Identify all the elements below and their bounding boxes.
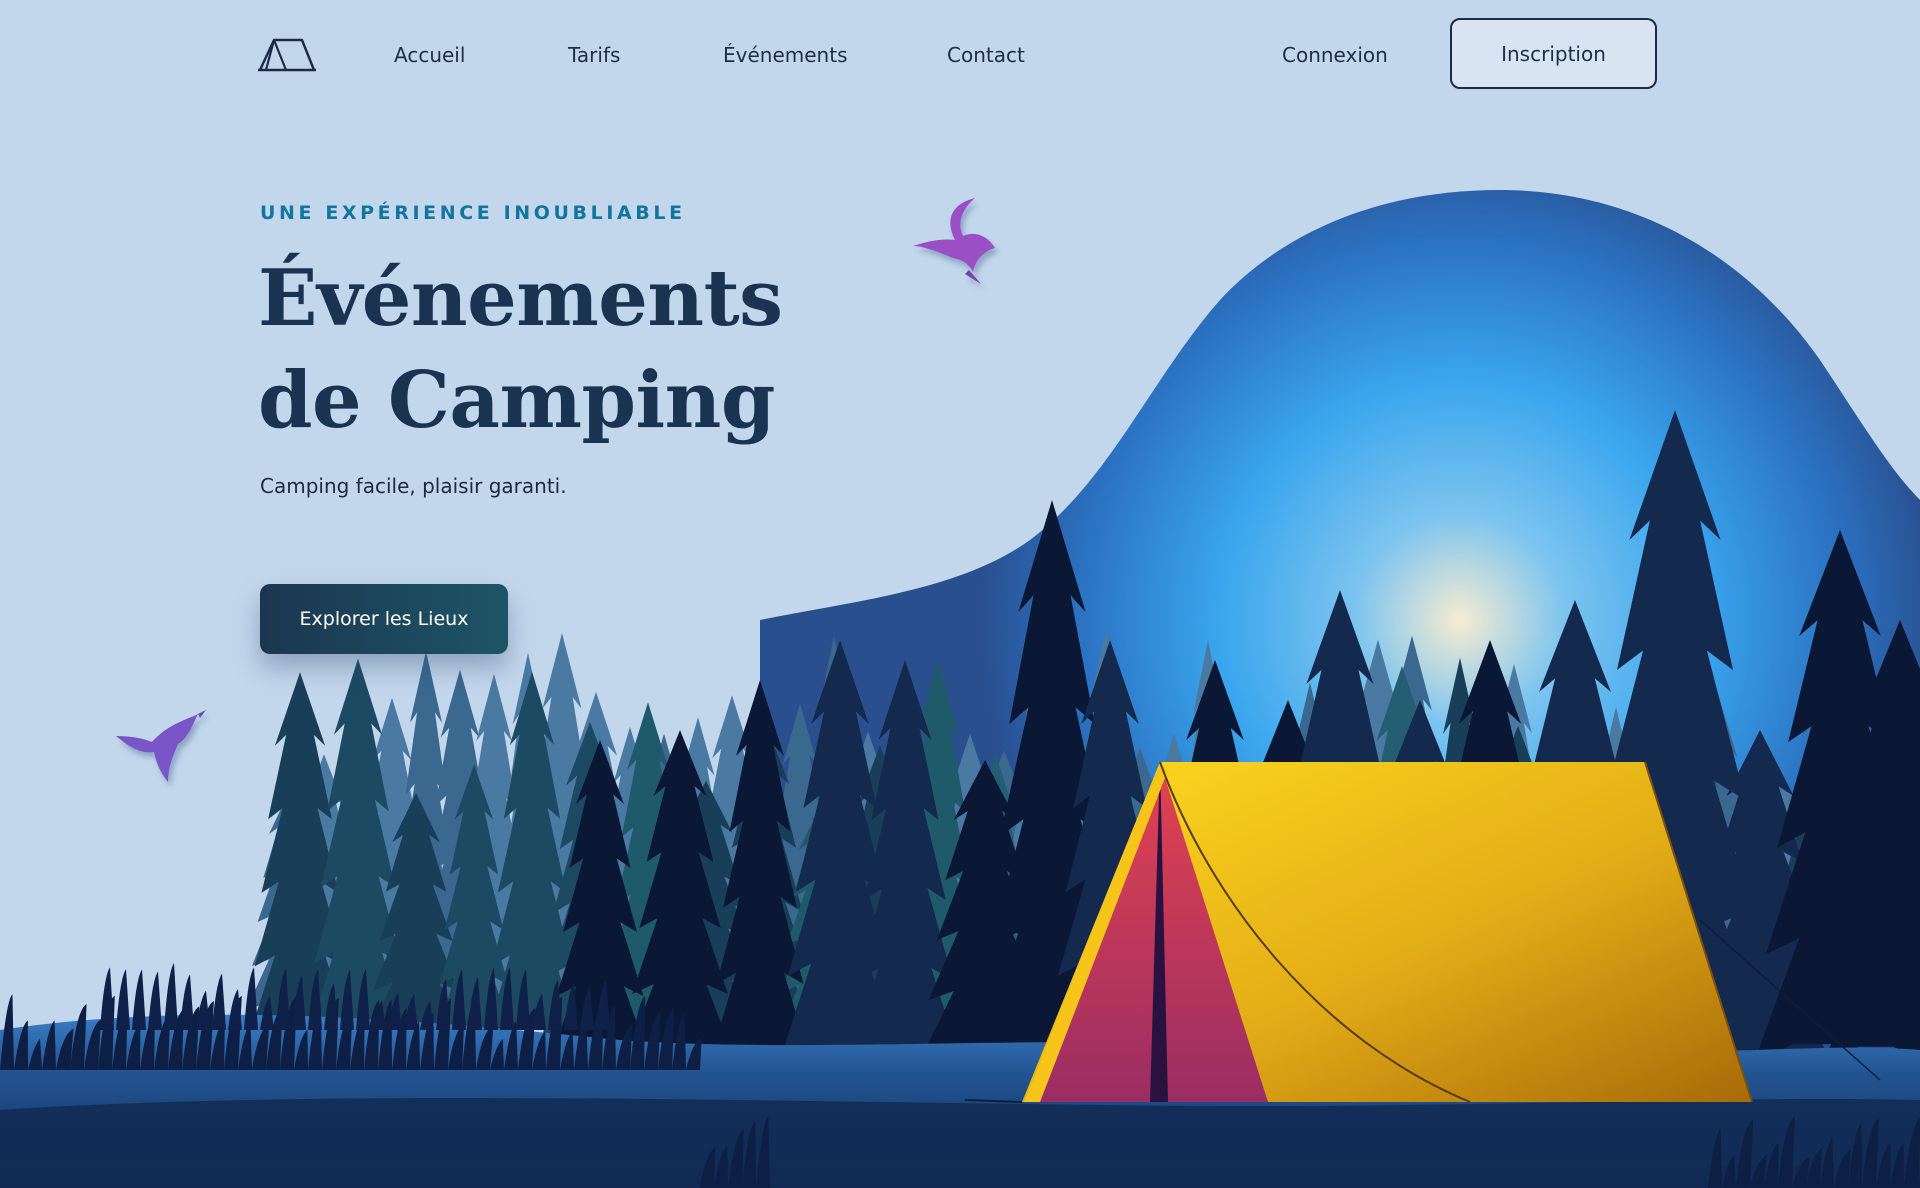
nav-link-home[interactable]: Accueil <box>394 38 465 72</box>
ground-shadow <box>0 1098 1920 1188</box>
nav-link-pricing[interactable]: Tarifs <box>568 38 620 72</box>
hero-eyebrow: UNE EXPÉRIENCE INOUBLIABLE <box>260 202 686 224</box>
top-navigation: Accueil Tarifs Événements Contact Connex… <box>0 0 1920 110</box>
page-title-line-1: Événements <box>258 253 783 344</box>
hero-subtitle: Camping facile, plaisir garanti. <box>260 474 567 498</box>
page-title: Événements de Camping <box>258 248 783 452</box>
explore-locations-button[interactable]: Explorer les Lieux <box>260 584 508 654</box>
nav-link-events[interactable]: Événements <box>723 38 847 72</box>
hummingbird-icon <box>116 710 206 782</box>
login-link[interactable]: Connexion <box>1282 38 1388 72</box>
page-title-line-2: de Camping <box>258 355 775 446</box>
hummingbird-icon <box>913 198 995 284</box>
tent-icon[interactable] <box>258 36 316 74</box>
nav-link-contact[interactable]: Contact <box>947 38 1025 72</box>
signup-button[interactable]: Inscription <box>1450 18 1657 89</box>
